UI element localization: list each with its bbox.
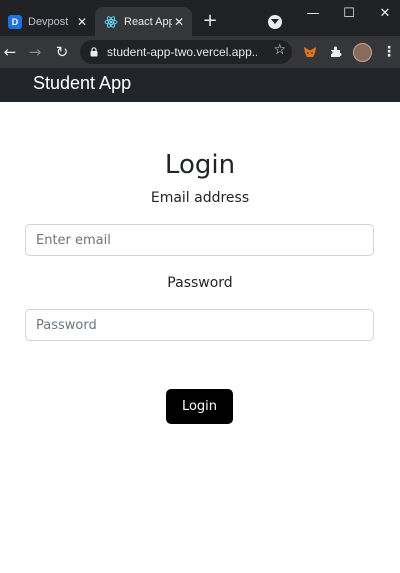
back-arrow-icon[interactable]: ← [0,42,20,62]
email-field[interactable] [25,224,374,256]
navbar-brand[interactable]: Student App [33,73,131,94]
browser-tab-devpost[interactable]: D Devpost ✕ [0,7,95,36]
metamask-fox-icon[interactable] [300,42,320,62]
devpost-favicon-icon: D [8,14,22,29]
address-bar[interactable]: student-app-two.vercel.app... ☆ [80,40,292,64]
extensions-puzzle-icon[interactable] [326,42,346,62]
react-favicon-icon [104,15,118,29]
browser-menu-icon[interactable]: ⋮ [382,42,396,62]
maximize-icon[interactable]: ☐ [332,4,366,24]
lock-icon [90,47,98,57]
forward-arrow-icon[interactable]: → [25,42,45,62]
profile-avatar[interactable] [353,43,372,62]
close-tab-icon[interactable]: ✕ [75,15,89,29]
tab-title: Devpost [28,15,69,28]
login-button[interactable]: Login [166,389,233,424]
reload-icon[interactable]: ↻ [52,42,72,62]
new-tab-plus-icon[interactable]: + [201,11,219,31]
browser-toolbar: ← → ↻ student-app-two.vercel.app... ☆ [0,36,400,68]
tab-title: React App [124,15,172,28]
password-field[interactable] [25,309,374,341]
bookmark-star-icon[interactable]: ☆ [273,42,286,58]
tab-search-icon[interactable] [268,15,282,29]
url-text: student-app-two.vercel.app... [107,45,257,59]
password-label: Password [167,275,233,291]
email-label: Email address [150,190,250,206]
browser-tab-react-app[interactable]: React App ✕ [95,7,192,36]
minimize-icon[interactable]: — [296,4,330,24]
browser-tab-strip: D Devpost ✕ React App ✕ + — ☐ ✕ [0,0,400,36]
close-tab-icon[interactable]: ✕ [172,15,186,29]
page-title: Login [164,150,236,180]
close-window-icon[interactable]: ✕ [368,4,400,24]
app-navbar: Student App [0,68,400,102]
